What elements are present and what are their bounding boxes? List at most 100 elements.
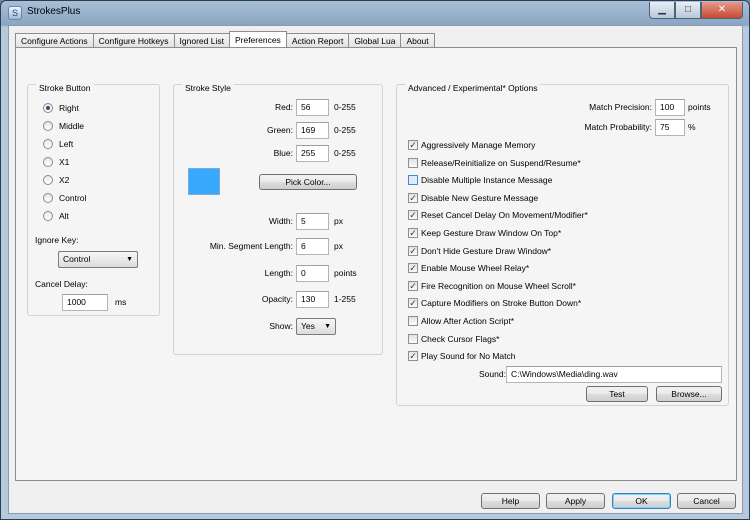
option-label: Don't Hide Gesture Draw Window* — [421, 245, 552, 256]
blue-input[interactable]: 255 — [296, 145, 329, 162]
option-label: Disable Multiple Instance Message — [421, 175, 553, 186]
option-label: Check Cursor Flags* — [421, 333, 500, 344]
show-select[interactable]: Yes ▼ — [296, 318, 336, 335]
option-checkbox[interactable]: ✓ — [408, 245, 418, 256]
stroke-style-group: Stroke Style Red: 56 0-255 Green: 169 0-… — [173, 83, 383, 355]
blue-range: 0-255 — [334, 148, 356, 158]
option-checkbox[interactable]: ✓ — [408, 298, 418, 309]
option-checkbox[interactable]: ✓ — [408, 280, 418, 291]
advanced-group-title: Advanced / Experimental* Options — [405, 83, 541, 93]
cancel-delay-label: Cancel Delay: — [35, 279, 88, 289]
option-checkbox[interactable] — [408, 316, 418, 326]
match-precision-input[interactable]: 100 — [655, 99, 685, 116]
maximize-button[interactable]: □ — [675, 2, 701, 19]
length-label: Length: — [264, 268, 293, 278]
tab-strip: Configure Actions Configure Hotkeys Igno… — [15, 31, 435, 47]
width-input[interactable]: 5 — [296, 213, 329, 230]
radio-left[interactable] — [43, 139, 53, 149]
option-label: Reset Cancel Delay On Movement/Modifier* — [421, 210, 588, 221]
stroke-style-group-title: Stroke Style — [182, 83, 234, 93]
radio-right[interactable] — [43, 103, 53, 113]
match-probability-label: Match Probability: — [584, 122, 652, 132]
cancel-button[interactable]: Cancel — [677, 493, 736, 509]
tab-action-report[interactable]: Action Report — [285, 33, 350, 47]
option-checkbox[interactable] — [408, 333, 418, 344]
chevron-down-icon: ▼ — [324, 323, 331, 330]
radio-control[interactable] — [43, 193, 53, 203]
stroke-button-group: Stroke Button Right Middle Left X1 X2 Co… — [27, 83, 160, 316]
option-checkbox[interactable]: ✓ — [408, 210, 418, 221]
option-label: Enable Mouse Wheel Relay* — [421, 263, 530, 274]
tab-global-lua[interactable]: Global Lua — [348, 33, 402, 47]
advanced-options-group: Advanced / Experimental* Options Match P… — [396, 83, 729, 406]
option-label: Keep Gesture Draw Window On Top* — [421, 228, 562, 238]
option-checkbox[interactable]: ✓ — [408, 192, 418, 203]
width-unit: px — [334, 216, 343, 226]
min-segment-input[interactable]: 6 — [296, 238, 329, 255]
apply-button[interactable]: Apply — [546, 493, 605, 509]
ignore-key-label: Ignore Key: — [35, 235, 79, 245]
length-input[interactable]: 0 — [296, 265, 329, 282]
title-bar[interactable]: S StrokesPlus ▁ □ ✕ — [1, 1, 749, 25]
help-button[interactable]: Help — [481, 493, 540, 509]
cancel-delay-input[interactable]: 1000 — [62, 294, 108, 311]
color-swatch — [188, 168, 220, 195]
option-checkbox[interactable]: ✓ — [408, 351, 418, 362]
ignore-key-select[interactable]: Control ▼ — [58, 251, 138, 268]
sound-path-input[interactable]: C:\Windows\Media\ding.wav — [506, 366, 722, 383]
radio-x2-label: X2 — [59, 175, 70, 185]
chevron-down-icon: ▼ — [126, 256, 133, 263]
show-label: Show: — [269, 321, 293, 331]
option-checkbox[interactable] — [408, 175, 418, 186]
option-label: Disable New Gesture Message — [421, 192, 539, 203]
green-range: 0-255 — [334, 125, 356, 135]
min-segment-unit: px — [334, 241, 343, 251]
match-precision-label: Match Precision: — [589, 102, 652, 112]
show-value: Yes — [301, 321, 315, 331]
tab-configure-actions[interactable]: Configure Actions — [15, 33, 94, 47]
tab-configure-hotkeys[interactable]: Configure Hotkeys — [92, 33, 175, 47]
ok-button[interactable]: OK — [612, 493, 671, 509]
window-title: StrokesPlus — [27, 6, 81, 17]
red-label: Red: — [275, 102, 293, 112]
close-button[interactable]: ✕ — [701, 2, 743, 19]
ignore-key-value: Control — [63, 254, 91, 264]
opacity-input[interactable]: 130 — [296, 291, 329, 308]
option-label: Fire Recognition on Mouse Wheel Scroll* — [421, 280, 576, 291]
option-checkbox[interactable]: ✓ — [408, 228, 418, 238]
radio-alt[interactable] — [43, 211, 53, 221]
option-label: Play Sound for No Match — [421, 351, 516, 362]
radio-left-label: Left — [59, 139, 74, 149]
caption-buttons: ▁ □ ✕ — [649, 2, 743, 19]
option-checkbox[interactable]: ✓ — [408, 263, 418, 274]
browse-sound-button[interactable]: Browse... — [656, 386, 722, 402]
radio-right-label: Right — [59, 103, 79, 113]
tab-about[interactable]: About — [400, 33, 435, 47]
radio-x2[interactable] — [43, 175, 53, 185]
green-input[interactable]: 169 — [296, 122, 329, 139]
option-checkbox[interactable]: ✓ — [408, 140, 418, 150]
strokesplus-app-icon: S — [8, 6, 22, 20]
match-probability-unit: % — [688, 122, 696, 132]
width-label: Width: — [268, 216, 293, 226]
radio-control-label: Control — [59, 193, 87, 203]
radio-middle-label: Middle — [59, 121, 85, 131]
tab-preferences[interactable]: Preferences — [228, 31, 287, 47]
radio-x1[interactable] — [43, 157, 53, 167]
minimize-button[interactable]: ▁ — [649, 2, 675, 19]
test-sound-button[interactable]: Test — [586, 386, 648, 402]
client-area: Configure Actions Configure Hotkeys Igno… — [8, 25, 743, 514]
radio-middle[interactable] — [43, 121, 53, 131]
tab-ignored-list[interactable]: Ignored List — [173, 33, 230, 47]
opacity-label: Opacity: — [261, 294, 293, 304]
match-precision-unit: points — [688, 102, 711, 112]
match-probability-input[interactable]: 75 — [655, 119, 685, 136]
sound-label: Sound: — [479, 369, 506, 379]
length-unit: points — [334, 268, 357, 278]
red-input[interactable]: 56 — [296, 99, 329, 116]
pick-color-button[interactable]: Pick Color... — [259, 174, 357, 190]
option-checkbox[interactable] — [408, 157, 418, 168]
option-label: Allow After Action Script* — [421, 316, 515, 326]
option-label: Release/Reinitialize on Suspend/Resume* — [421, 157, 581, 168]
dialog-button-bar: Help Apply OK Cancel — [9, 484, 742, 514]
